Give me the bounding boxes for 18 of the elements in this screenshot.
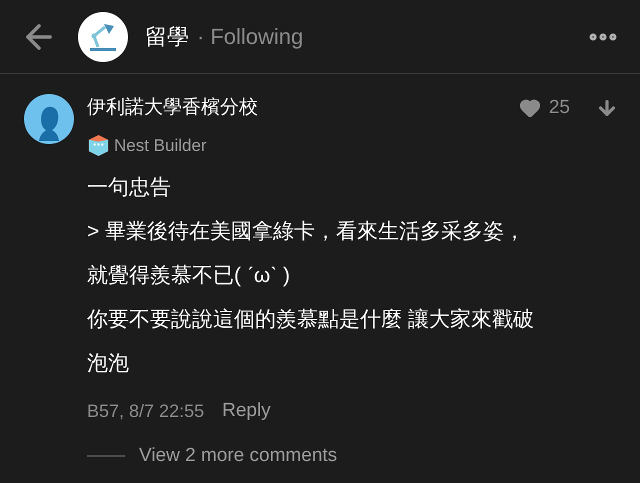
comment-text: 就覺得羨慕不已( ˊωˋ ) (87, 263, 292, 289)
author-name[interactable]: 伊利諾大學香檳分校 (87, 94, 258, 122)
comment-text: 你要不要說說這個的羨慕點是什麼 讓大家來戳破 (87, 307, 535, 333)
comment-text: > 畢業後待在美國拿綠卡，看來生活多采多姿， (87, 219, 526, 245)
lamp-logo-icon (78, 12, 128, 62)
community-title: 留學 (145, 23, 189, 51)
heart-icon[interactable] (518, 97, 541, 120)
badge-label: Nest Builder (114, 134, 207, 156)
separator-dot: · (197, 23, 204, 51)
following-status[interactable]: Following (210, 20, 304, 53)
badge-icon (87, 134, 110, 157)
comment-meta: B57, 8/7 22:55 (87, 400, 204, 423)
comment-text: 泡泡 (87, 351, 130, 377)
avatar-icon (24, 94, 74, 144)
reply-link[interactable]: Reply (222, 397, 271, 426)
like-count: 25 (548, 96, 570, 120)
comment-text: 一句忠告 (87, 175, 172, 201)
view-more-link[interactable]: View 2 more comments (139, 442, 338, 470)
